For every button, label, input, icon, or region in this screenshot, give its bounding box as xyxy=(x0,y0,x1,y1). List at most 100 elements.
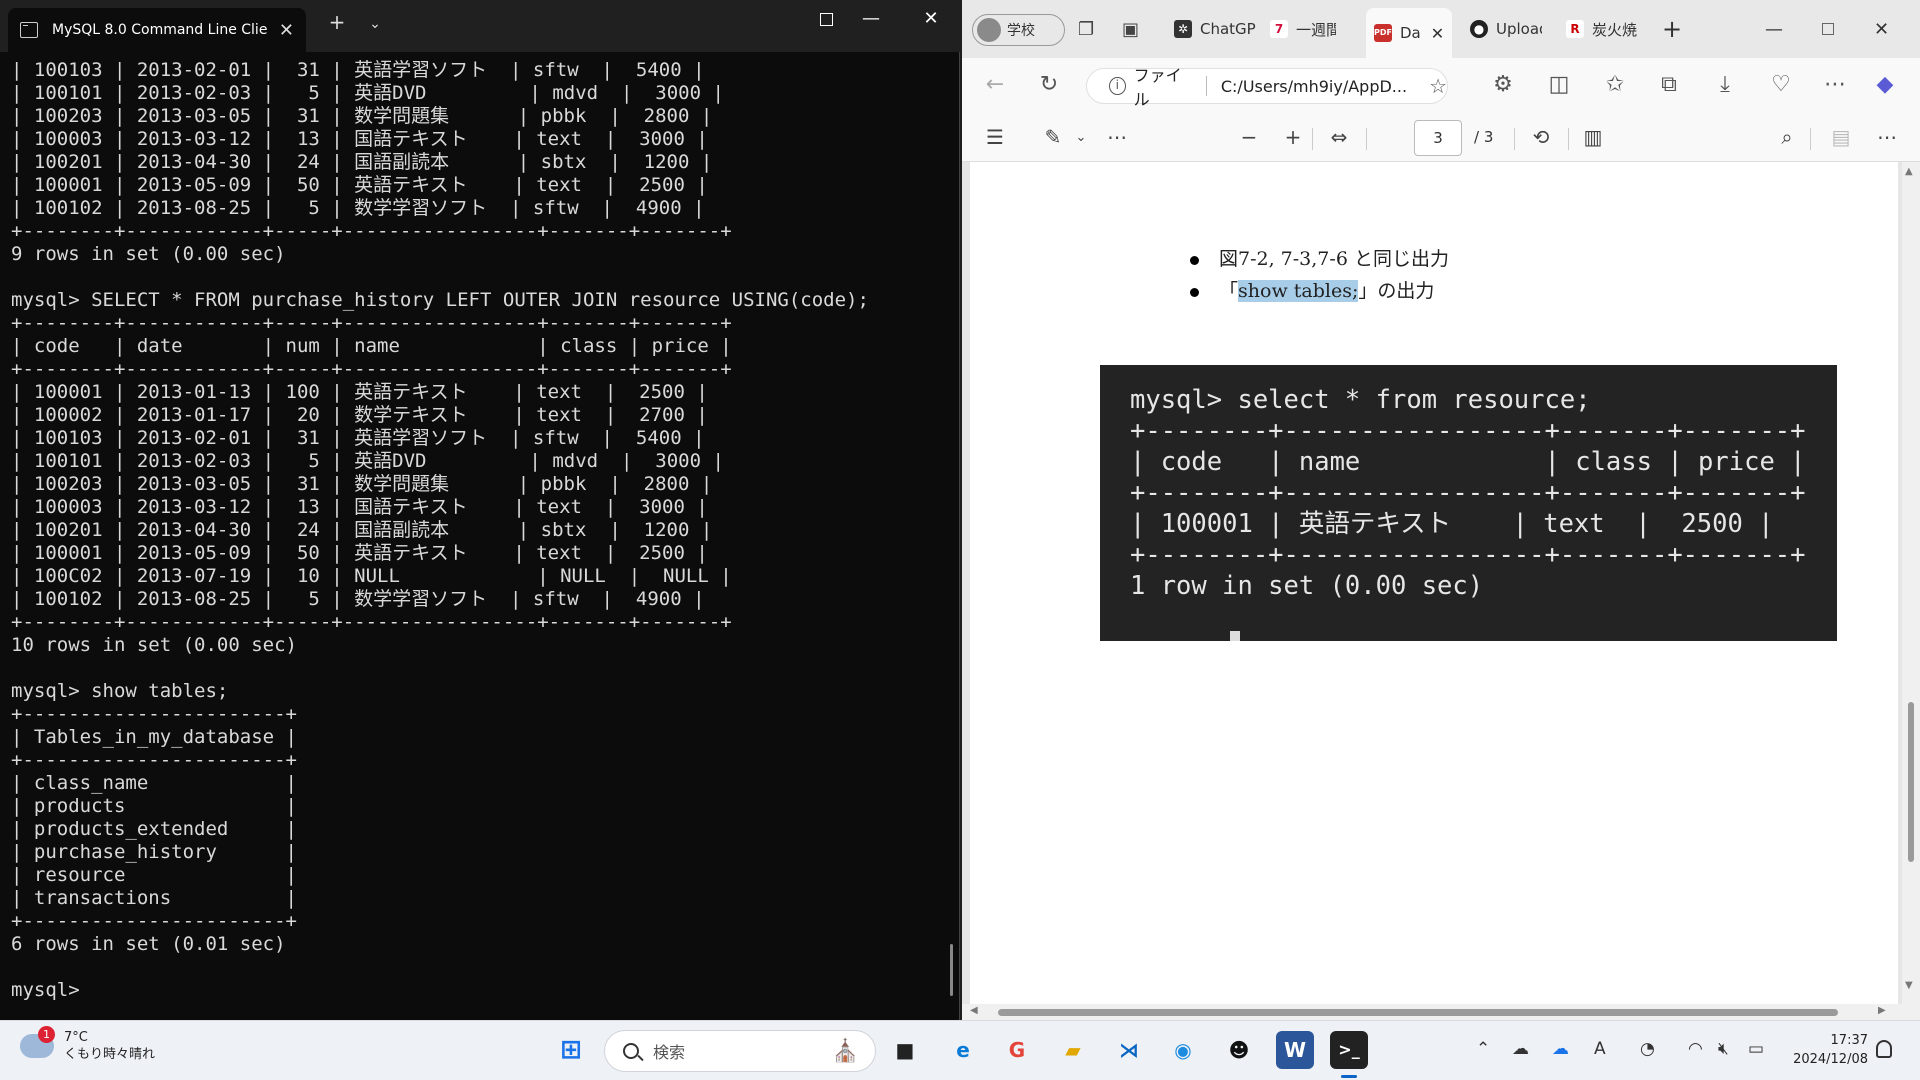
chevron-down-icon[interactable]: ⌄ xyxy=(360,16,390,32)
more-menu-icon[interactable]: ⋯ xyxy=(1872,125,1902,149)
terminal-scrollbar[interactable] xyxy=(950,944,953,996)
onedrive-cloud-icon[interactable]: ☁ xyxy=(1512,1039,1529,1059)
new-tab-button[interactable]: + xyxy=(322,10,352,34)
extensions-icon[interactable]: ⚙ xyxy=(1486,72,1520,97)
terminal-tab-title: MySQL 8.0 Command Line Clie xyxy=(52,22,268,38)
tab-chatgpt[interactable]: ✲ ChatGP xyxy=(1166,10,1256,48)
penguin-app-icon[interactable]: ☻ xyxy=(1220,1031,1258,1069)
seven-icon: 7 xyxy=(1270,20,1288,38)
close-tab-icon[interactable]: ✕ xyxy=(1431,24,1444,43)
zoom-in-icon[interactable]: + xyxy=(1278,125,1308,149)
fish-app-icon[interactable]: ◉ xyxy=(1164,1031,1202,1069)
terminal-output[interactable]: | 100103 | 2013-02-01 | 31 | 英語学習ソフト | s… xyxy=(11,59,946,1014)
browser-tab-strip: 学校 ❐ ▣ ✲ ChatGP 7 一週間で PDF Da ✕ ● Upload… xyxy=(962,0,1920,58)
address-url: C:/Users/mh9iy/AppD... xyxy=(1220,76,1408,96)
close-window-button[interactable]: ✕ xyxy=(1874,10,1898,48)
close-tab-icon[interactable]: ✕ xyxy=(279,20,294,41)
highlighted-text[interactable]: show tables; xyxy=(1238,280,1359,302)
scroll-thumb[interactable] xyxy=(998,1009,1838,1016)
cloud-icon: 1 xyxy=(20,1026,55,1058)
pdf-viewer[interactable]: 図7-2, 7-3,7-6 と同じ出力 「show tables;」の出力 my… xyxy=(962,162,1920,1020)
chevron-up-icon[interactable]: ⌃ xyxy=(1476,1039,1490,1059)
pdf-page: 図7-2, 7-3,7-6 と同じ出力 「show tables;」の出力 my… xyxy=(970,162,1898,1004)
vertical-scrollbar[interactable]: ▲ ▼ xyxy=(1902,162,1920,1004)
terminal-app-icon[interactable]: >_ xyxy=(1330,1031,1368,1078)
list-item: 「show tables;」の出力 xyxy=(1190,276,1434,303)
page-number-input[interactable]: 3 xyxy=(1414,120,1462,156)
word-icon[interactable]: W xyxy=(1276,1031,1314,1069)
screenshot-text: mysql> select * from resource; +--------… xyxy=(1130,385,1806,601)
bell-icon[interactable] xyxy=(1876,1040,1892,1058)
save-icon[interactable]: ▤ xyxy=(1826,125,1856,149)
back-arrow-icon[interactable]: ← xyxy=(978,72,1012,97)
tab-pdf-active[interactable]: PDF Da ✕ xyxy=(1366,8,1452,58)
pdf-icon: PDF xyxy=(1374,24,1392,42)
ime-icon[interactable]: A xyxy=(1594,1039,1606,1059)
copilot-icon[interactable]: ◆ xyxy=(1868,72,1902,97)
search-icon[interactable]: ⌕ xyxy=(1772,125,1802,149)
browser-nav-bar: ← ↻ i ファイル C:/Users/mh9iy/AppD... ☆ ⚙ ◫ … xyxy=(962,58,1920,114)
collections-icon[interactable]: ⧉ xyxy=(1652,72,1686,97)
split-screen-icon[interactable]: ◫ xyxy=(1542,72,1576,97)
scroll-thumb[interactable] xyxy=(1908,702,1914,862)
edge-icon[interactable]: e xyxy=(944,1031,982,1069)
list-item: 図7-2, 7-3,7-6 と同じ出力 xyxy=(1190,244,1449,271)
scroll-left-arrow-icon[interactable]: ◀ xyxy=(970,1005,978,1016)
contents-list-icon[interactable]: ☰ xyxy=(980,125,1010,149)
vscode-icon[interactable]: ⋊ xyxy=(1110,1031,1148,1069)
info-icon[interactable]: i xyxy=(1109,77,1126,95)
toolbar-divider xyxy=(1514,128,1515,150)
scroll-down-arrow-icon[interactable]: ▼ xyxy=(1905,980,1913,991)
favorites-icon[interactable]: ✩ xyxy=(1598,72,1632,97)
tab-yakiniku[interactable]: R 炭火焼 xyxy=(1558,10,1642,48)
browser-essentials-icon[interactable]: ♡ xyxy=(1764,72,1798,97)
search-box[interactable]: 検索 ⛪ xyxy=(604,1030,876,1072)
start-button[interactable]: ⊞ xyxy=(552,1031,590,1069)
workspaces-icon[interactable]: ❐ xyxy=(1078,10,1108,48)
terminal-text: | 100103 | 2013-02-01 | 31 | 英語学習ソフト | s… xyxy=(11,59,869,1001)
clock[interactable]: 17:37 2024/12/08 xyxy=(1786,1031,1868,1069)
star-icon[interactable]: ☆ xyxy=(1429,74,1447,98)
scroll-up-arrow-icon[interactable]: ▲ xyxy=(1905,166,1913,177)
input-mode-icon[interactable]: ◔ xyxy=(1640,1039,1655,1059)
weather-desc: くもり時々晴れ xyxy=(64,1047,156,1062)
chrome-icon[interactable]: G xyxy=(998,1031,1036,1069)
refresh-icon[interactable]: ↻ xyxy=(1032,72,1066,97)
more-menu-icon[interactable]: ⋯ xyxy=(1818,72,1852,97)
battery-icon[interactable]: ▭ xyxy=(1748,1039,1764,1059)
horizontal-scrollbar[interactable]: ◀ ▶ xyxy=(962,1004,1920,1020)
page-view-icon[interactable]: ▥ xyxy=(1578,125,1608,149)
close-window-button[interactable]: ✕ xyxy=(908,8,954,29)
maximize-button[interactable] xyxy=(819,10,894,31)
toolbar-divider xyxy=(1312,128,1313,150)
download-icon[interactable]: ⤓ xyxy=(1708,72,1742,97)
clock-time: 17:37 xyxy=(1830,1033,1868,1048)
terminal-tab[interactable]: MySQL 8.0 Command Line Clie ✕ xyxy=(8,8,306,52)
terminal-title-bar: MySQL 8.0 Command Line Clie ✕ + ⌄ — xyxy=(0,0,960,52)
onedrive-blue-icon[interactable]: ☁ xyxy=(1552,1039,1569,1059)
zoom-out-icon[interactable]: − xyxy=(1234,125,1264,149)
profile-button[interactable]: 学校 xyxy=(972,14,1065,46)
fit-width-icon[interactable]: ⇔ xyxy=(1324,125,1354,149)
chevron-down-icon[interactable]: ⌄ xyxy=(1066,130,1096,145)
new-tab-button[interactable]: + xyxy=(1662,10,1692,48)
wifi-icon[interactable]: ◠ xyxy=(1688,1039,1703,1059)
file-explorer-icon[interactable]: ▰ xyxy=(1054,1031,1092,1069)
page-total: / 3 xyxy=(1474,128,1494,146)
more-tools-icon[interactable]: ⋯ xyxy=(1102,125,1132,149)
address-bar[interactable]: i ファイル C:/Users/mh9iy/AppD... ☆ xyxy=(1086,66,1448,109)
tab-github[interactable]: ● Upload xyxy=(1462,10,1542,48)
tab-label: Upload xyxy=(1496,20,1542,38)
minimize-button[interactable]: — xyxy=(1765,10,1789,48)
toolbar-divider xyxy=(1810,128,1811,150)
highlight-pen-icon[interactable]: ✎ xyxy=(1038,125,1068,149)
weather-widget[interactable]: 1 7°C くもり時々晴れ xyxy=(20,1026,156,1063)
tab-actions-icon[interactable]: ▣ xyxy=(1122,10,1152,48)
tab-label: ChatGP xyxy=(1200,20,1256,38)
task-view-icon[interactable]: ■ xyxy=(886,1031,924,1069)
scroll-right-arrow-icon[interactable]: ▶ xyxy=(1878,1005,1886,1016)
mute-icon[interactable]: 🔇︎ xyxy=(1718,1039,1729,1059)
tab-week[interactable]: 7 一週間で xyxy=(1262,10,1336,48)
rotate-icon[interactable]: ⟲ xyxy=(1526,125,1556,149)
maximize-button[interactable] xyxy=(1822,10,1846,48)
